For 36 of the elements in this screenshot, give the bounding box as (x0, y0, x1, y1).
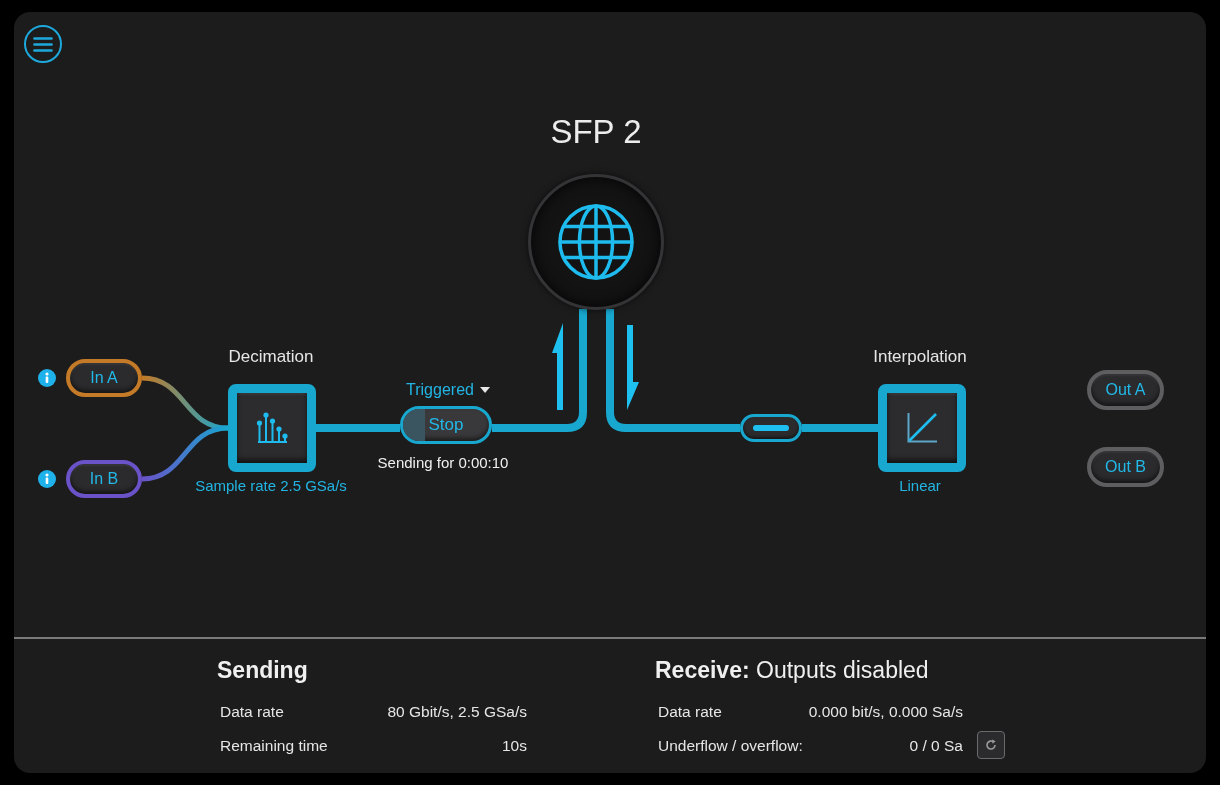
node-title: Interpolation (873, 346, 967, 368)
decimation-block[interactable] (228, 384, 316, 472)
node-caption: Sample rate 2.5 GSa/s (195, 476, 347, 496)
refresh-icon (985, 739, 997, 751)
up-arrow-icon (552, 323, 563, 410)
section-heading: Sending (217, 656, 308, 685)
section-heading: Receive: Outputs disabled (655, 656, 929, 685)
interpolation-block[interactable] (878, 384, 966, 472)
lollipop-chart-icon (256, 412, 288, 444)
stat-label: Data rate (220, 703, 284, 721)
info-icon[interactable] (38, 369, 56, 387)
down-arrow-icon (627, 325, 639, 410)
stat-label: Data rate (658, 703, 722, 721)
node-caption: Linear (899, 476, 941, 496)
stop-button[interactable]: Stop (400, 406, 492, 444)
node-title: Decimation (228, 346, 314, 368)
menu-icon (33, 36, 53, 52)
stat-label: Remaining time (220, 737, 328, 755)
input-node[interactable]: In A (66, 359, 142, 397)
trigger-dropdown[interactable]: Triggered (406, 380, 490, 400)
info-icon[interactable] (38, 470, 56, 488)
stat-value: 0 / 0 Sa (909, 737, 963, 755)
device-title: SFP 2 (550, 112, 642, 152)
line-graph-icon (907, 413, 937, 443)
stat-value: 80 Gbit/s, 2.5 GSa/s (387, 703, 527, 721)
stat-label: Underflow / overflow: (658, 737, 803, 755)
reset-button[interactable] (977, 731, 1005, 759)
stat-value: 10s (502, 737, 527, 755)
caret-icon (479, 387, 490, 393)
dash-icon (753, 425, 789, 431)
status-text: Sending for 0:00:10 (377, 453, 509, 473)
link-toggle[interactable] (740, 414, 802, 442)
input-node[interactable]: In B (66, 460, 142, 498)
stat-value: 0.000 bit/s, 0.000 Sa/s (808, 703, 963, 721)
globe-icon (557, 203, 635, 281)
menu-button[interactable] (24, 25, 62, 63)
